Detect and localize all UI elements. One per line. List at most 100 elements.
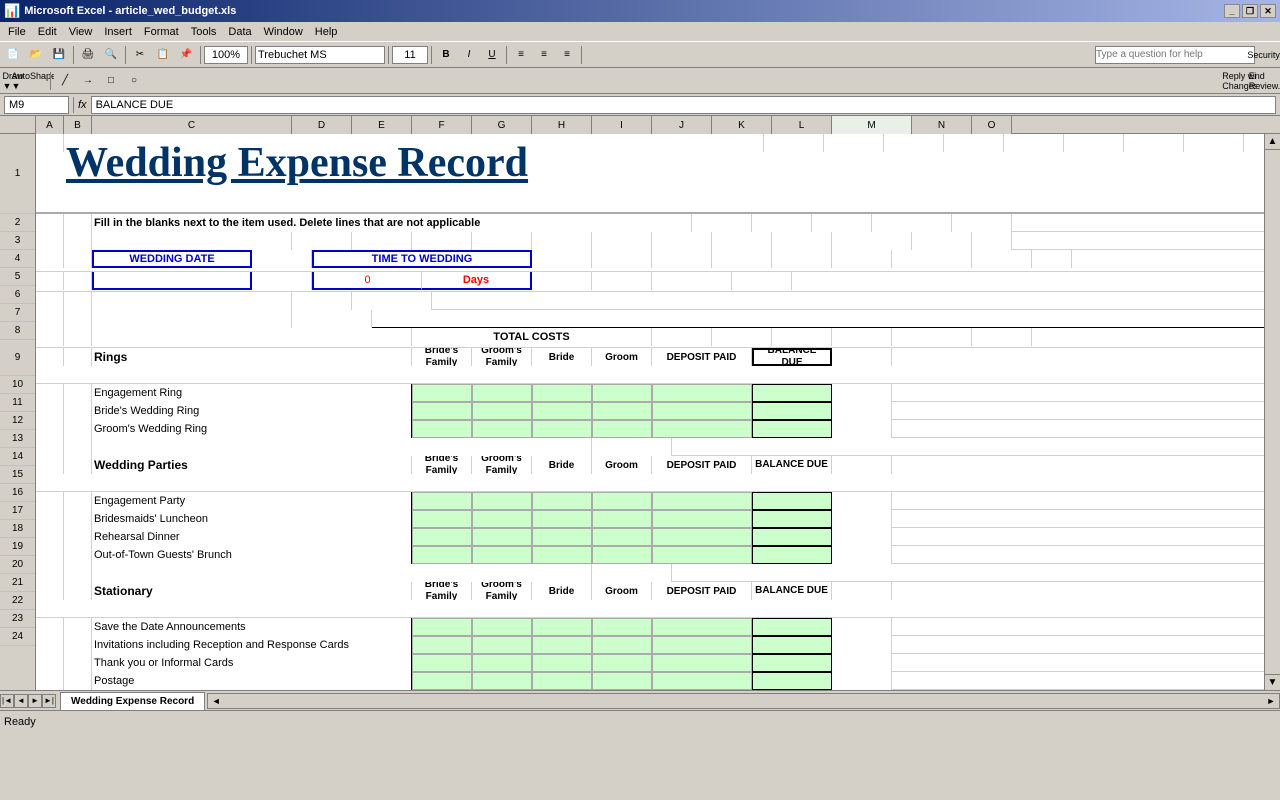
col-header-h[interactable]: H bbox=[532, 116, 592, 134]
tab-last-button[interactable]: ►| bbox=[42, 694, 56, 708]
cell-b10[interactable] bbox=[64, 384, 92, 402]
cell-m6[interactable] bbox=[352, 292, 432, 310]
cell-m8[interactable] bbox=[892, 328, 972, 346]
cell-b16[interactable] bbox=[64, 510, 92, 528]
cell-l22[interactable] bbox=[652, 636, 752, 654]
copy-button[interactable]: 📋 bbox=[152, 44, 174, 66]
cell-i11[interactable] bbox=[592, 402, 652, 420]
cell-n24[interactable] bbox=[832, 672, 892, 690]
rect-tool[interactable]: □ bbox=[100, 70, 122, 92]
cell-f2[interactable] bbox=[692, 214, 752, 232]
col-header-d[interactable]: D bbox=[292, 116, 352, 134]
arrow-tool[interactable]: → bbox=[77, 70, 99, 92]
cell-m10[interactable] bbox=[752, 384, 832, 402]
col-header-l[interactable]: L bbox=[772, 116, 832, 134]
cell-g5[interactable] bbox=[532, 272, 592, 290]
menu-help[interactable]: Help bbox=[309, 25, 344, 39]
cell-i4[interactable] bbox=[652, 250, 712, 268]
cell-a19[interactable] bbox=[36, 564, 64, 582]
cell-m15[interactable] bbox=[752, 492, 832, 510]
cell-g11[interactable] bbox=[472, 402, 532, 420]
cell-h4[interactable] bbox=[592, 250, 652, 268]
cell-a17[interactable] bbox=[36, 528, 64, 546]
scroll-down-button[interactable]: ▼ bbox=[1265, 674, 1280, 690]
cell-i17[interactable] bbox=[592, 528, 652, 546]
cell-a10[interactable] bbox=[36, 384, 64, 402]
cell-n9[interactable] bbox=[832, 348, 892, 366]
close-button[interactable]: ✕ bbox=[1260, 4, 1276, 18]
cell-n20[interactable] bbox=[832, 582, 892, 600]
cell-b19[interactable] bbox=[64, 564, 92, 582]
cell-m16[interactable] bbox=[752, 510, 832, 528]
cell-a22[interactable] bbox=[36, 636, 64, 654]
cell-m7[interactable] bbox=[292, 310, 372, 328]
cell-b2[interactable] bbox=[64, 214, 92, 232]
cell-a11[interactable] bbox=[36, 402, 64, 420]
cell-m5[interactable] bbox=[652, 272, 732, 290]
cell-b21[interactable] bbox=[64, 618, 92, 636]
cell-f21[interactable] bbox=[412, 618, 472, 636]
cell-n4[interactable] bbox=[972, 250, 1032, 268]
cell-b12[interactable] bbox=[64, 420, 92, 438]
cell-f17[interactable] bbox=[412, 528, 472, 546]
cell-l8[interactable] bbox=[832, 328, 892, 346]
autoshapes-button[interactable]: AutoShapes ▼ bbox=[25, 70, 47, 92]
col-header-i[interactable]: I bbox=[592, 116, 652, 134]
cell-n10[interactable] bbox=[832, 384, 892, 402]
horizontal-scrollbar[interactable]: ◄ ► bbox=[207, 693, 1280, 709]
cell-c19[interactable] bbox=[92, 564, 592, 582]
cell-g22[interactable] bbox=[472, 636, 532, 654]
time-value-cell[interactable]: 0 bbox=[312, 272, 422, 290]
open-button[interactable]: 📂 bbox=[25, 44, 47, 66]
cell-g16[interactable] bbox=[472, 510, 532, 528]
cell-j1[interactable] bbox=[1124, 134, 1184, 152]
cell-n14[interactable] bbox=[832, 456, 892, 474]
cell-a13[interactable] bbox=[36, 438, 64, 456]
cell-b22[interactable] bbox=[64, 636, 92, 654]
cell-h5[interactable] bbox=[592, 272, 652, 290]
cell-m21[interactable] bbox=[752, 618, 832, 636]
menu-view[interactable]: View bbox=[63, 25, 99, 39]
align-center-button[interactable]: ≡ bbox=[533, 44, 555, 66]
cell-l18[interactable] bbox=[652, 546, 752, 564]
cell-a20[interactable] bbox=[36, 582, 64, 600]
cell-i10[interactable] bbox=[592, 384, 652, 402]
cell-l16[interactable] bbox=[652, 510, 752, 528]
cell-g2[interactable] bbox=[752, 214, 812, 232]
col-header-f[interactable]: F bbox=[412, 116, 472, 134]
cell-b17[interactable] bbox=[64, 528, 92, 546]
cell-b14[interactable] bbox=[64, 456, 92, 474]
font-size-input[interactable] bbox=[392, 46, 428, 64]
minimize-button[interactable]: _ bbox=[1224, 4, 1240, 18]
cell-n23[interactable] bbox=[832, 654, 892, 672]
cell-a4[interactable] bbox=[36, 250, 64, 268]
cell-g3[interactable] bbox=[472, 232, 532, 250]
cell-i3[interactable] bbox=[592, 232, 652, 250]
menu-window[interactable]: Window bbox=[258, 25, 309, 39]
cell-b15[interactable] bbox=[64, 492, 92, 510]
cell-d6[interactable] bbox=[292, 292, 352, 310]
cell-f18[interactable] bbox=[412, 546, 472, 564]
cell-f1[interactable] bbox=[884, 134, 944, 152]
formula-input[interactable] bbox=[91, 96, 1276, 114]
col-header-j[interactable]: J bbox=[652, 116, 712, 134]
col-header-k[interactable]: K bbox=[712, 116, 772, 134]
menu-edit[interactable]: Edit bbox=[32, 25, 63, 39]
cell-a14[interactable] bbox=[36, 456, 64, 474]
cell-e3[interactable] bbox=[352, 232, 412, 250]
cell-l24[interactable] bbox=[652, 672, 752, 690]
cell-i12[interactable] bbox=[592, 420, 652, 438]
cell-a23[interactable] bbox=[36, 654, 64, 672]
cell-m13[interactable] bbox=[592, 438, 672, 456]
restore-button[interactable]: ❐ bbox=[1242, 4, 1258, 18]
menu-data[interactable]: Data bbox=[222, 25, 257, 39]
cell-b5[interactable] bbox=[64, 272, 92, 290]
vertical-scrollbar[interactable]: ▲ ▼ bbox=[1264, 134, 1280, 690]
col-header-m[interactable]: M bbox=[832, 116, 912, 134]
cell-i22[interactable] bbox=[592, 636, 652, 654]
cell-h11[interactable] bbox=[532, 402, 592, 420]
cell-l12[interactable] bbox=[652, 420, 752, 438]
tab-prev-button[interactable]: ◄ bbox=[14, 694, 28, 708]
cell-n12[interactable] bbox=[832, 420, 892, 438]
cell-m11[interactable] bbox=[752, 402, 832, 420]
